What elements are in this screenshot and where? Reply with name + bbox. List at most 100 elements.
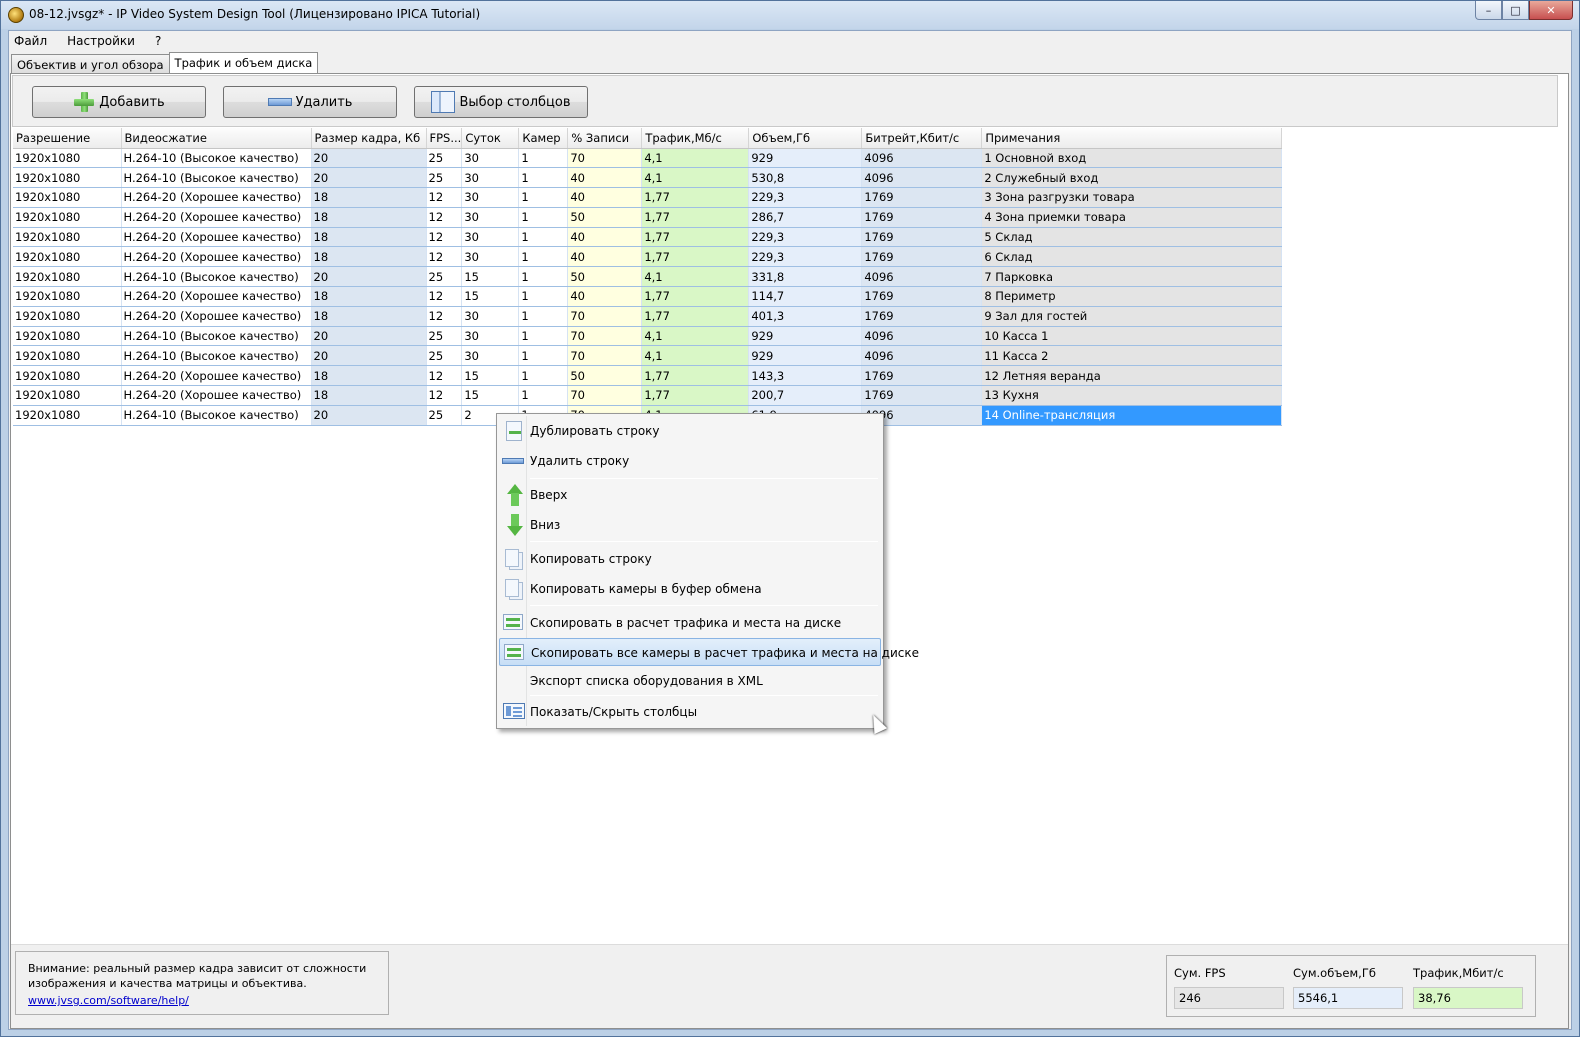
cell-compression[interactable]: H.264-20 (Хорошее качество)	[121, 286, 312, 307]
column-header-record-percent[interactable]: % Записи	[567, 128, 643, 149]
cell-days[interactable]: 30	[461, 207, 520, 228]
cell-traffic[interactable]: 4,1	[641, 266, 750, 288]
cell-traffic[interactable]: 1,77	[641, 286, 750, 307]
cell-days[interactable]: 15	[461, 365, 520, 387]
cell-traffic[interactable]: 1,77	[641, 227, 750, 248]
cell-fps[interactable]: 12	[426, 207, 463, 228]
cell-notes[interactable]: 5 Склад	[981, 227, 1283, 248]
cell-fps[interactable]: 25	[426, 326, 463, 347]
cell-notes[interactable]: 2 Служебный вход	[981, 167, 1283, 189]
table-row[interactable]: 1920x1080 H.264-20 (Хорошее качество) 18 12…	[13, 306, 1283, 327]
cell-resolution[interactable]: 1920x1080	[13, 187, 122, 208]
cell-record-percent[interactable]: 70	[567, 326, 643, 347]
cell-fps[interactable]: 12	[426, 227, 463, 248]
cell-bitrate[interactable]: 1769	[861, 227, 983, 248]
cell-volume[interactable]: 286,7	[748, 207, 863, 228]
cell-cameras[interactable]: 1	[518, 306, 569, 327]
cell-frame-size[interactable]: 20	[311, 345, 427, 367]
cell-compression[interactable]: H.264-10 (Высокое качество)	[121, 326, 312, 347]
cell-days[interactable]: 30	[461, 246, 520, 268]
cell-fps[interactable]: 25	[426, 167, 463, 189]
cell-volume[interactable]: 143,3	[748, 365, 863, 387]
cell-bitrate[interactable]: 4096	[861, 148, 983, 169]
cell-frame-size[interactable]: 18	[311, 385, 427, 406]
cell-record-percent[interactable]: 40	[567, 246, 643, 268]
cell-days[interactable]: 30	[461, 345, 520, 367]
table-row[interactable]: 1920x1080 H.264-20 (Хорошее качество) 18 12…	[13, 385, 1283, 406]
cell-cameras[interactable]: 1	[518, 227, 569, 248]
tab-lens-angle[interactable]: Объектив и угол обзора	[11, 54, 170, 74]
table-row[interactable]: 1920x1080 H.264-20 (Хорошее качество) 18 12…	[13, 365, 1283, 387]
table-row[interactable]: 1920x1080 H.264-20 (Хорошее качество) 18 12…	[13, 227, 1283, 248]
cell-traffic[interactable]: 1,77	[641, 306, 750, 327]
menu-show-hide-columns[interactable]: Показать/Скрыть столбцы	[499, 698, 881, 726]
cell-resolution[interactable]: 1920x1080	[13, 405, 122, 426]
menu-copy-row[interactable]: Копировать строку	[499, 545, 881, 573]
column-header-resolution[interactable]: Разрешение	[13, 128, 122, 149]
cell-days[interactable]: 15	[461, 266, 520, 288]
menu-file[interactable]: Файл	[9, 31, 56, 51]
cell-volume[interactable]: 401,3	[748, 306, 863, 327]
cell-traffic[interactable]: 1,77	[641, 365, 750, 387]
table-row[interactable]: 1920x1080 H.264-10 (Высокое качество) 20 25…	[13, 167, 1283, 189]
cell-bitrate[interactable]: 4096	[861, 266, 983, 288]
delete-button[interactable]: Удалить	[223, 86, 397, 118]
cell-frame-size[interactable]: 20	[311, 326, 427, 347]
cell-cameras[interactable]: 1	[518, 286, 569, 307]
cell-bitrate[interactable]: 1769	[861, 286, 983, 307]
table-row[interactable]: 1920x1080 H.264-10 (Высокое качество) 20 25…	[13, 345, 1283, 367]
cell-fps[interactable]: 25	[426, 345, 463, 367]
cell-compression[interactable]: H.264-20 (Хорошее качество)	[121, 385, 312, 406]
close-button[interactable]: ✕	[1529, 1, 1573, 20]
cell-bitrate[interactable]: 1769	[861, 306, 983, 327]
cell-cameras[interactable]: 1	[518, 326, 569, 347]
cell-resolution[interactable]: 1920x1080	[13, 148, 122, 169]
cell-frame-size[interactable]: 18	[311, 246, 427, 268]
cell-resolution[interactable]: 1920x1080	[13, 167, 122, 189]
column-header-fps[interactable]: FPS...	[426, 128, 463, 149]
cell-notes[interactable]: 3 Зона разгрузки товара	[981, 187, 1283, 208]
cell-resolution[interactable]: 1920x1080	[13, 326, 122, 347]
cell-frame-size[interactable]: 18	[311, 187, 427, 208]
cell-volume[interactable]: 200,7	[748, 385, 863, 406]
tab-traffic-disk[interactable]: Трафик и объем диска	[168, 52, 319, 75]
cell-record-percent[interactable]: 70	[567, 306, 643, 327]
cell-record-percent[interactable]: 70	[567, 385, 643, 406]
cell-notes[interactable]: 6 Склад	[981, 246, 1283, 268]
cell-compression[interactable]: H.264-10 (Высокое качество)	[121, 266, 312, 288]
cell-cameras[interactable]: 1	[518, 148, 569, 169]
cell-traffic[interactable]: 4,1	[641, 167, 750, 189]
cell-fps[interactable]: 25	[426, 266, 463, 288]
cell-cameras[interactable]: 1	[518, 167, 569, 189]
cell-record-percent[interactable]: 50	[567, 266, 643, 288]
cell-frame-size[interactable]: 20	[311, 148, 427, 169]
cell-bitrate[interactable]: 4096	[861, 345, 983, 367]
table-row[interactable]: 1920x1080 H.264-20 (Хорошее качество) 18 12…	[13, 246, 1283, 268]
cell-compression[interactable]: H.264-20 (Хорошее качество)	[121, 227, 312, 248]
cell-volume[interactable]: 929	[748, 326, 863, 347]
menu-export-xml[interactable]: Экспорт списка оборудования в XML	[499, 667, 881, 695]
cell-notes[interactable]: 13 Кухня	[981, 385, 1283, 406]
cell-cameras[interactable]: 1	[518, 246, 569, 268]
column-header-cameras[interactable]: Камер	[518, 128, 569, 149]
table-row[interactable]: 1920x1080 H.264-10 (Высокое качество) 20 25…	[13, 148, 1283, 169]
select-columns-button[interactable]: Выбор столбцов	[414, 86, 588, 118]
cell-cameras[interactable]: 1	[518, 187, 569, 208]
cell-bitrate[interactable]: 1769	[861, 187, 983, 208]
cell-resolution[interactable]: 1920x1080	[13, 385, 122, 406]
cell-resolution[interactable]: 1920x1080	[13, 365, 122, 387]
add-button[interactable]: Добавить	[32, 86, 206, 118]
cell-volume[interactable]: 114,7	[748, 286, 863, 307]
cell-resolution[interactable]: 1920x1080	[13, 266, 122, 288]
maximize-button[interactable]: □	[1502, 1, 1529, 20]
column-header-days[interactable]: Суток	[461, 128, 520, 149]
cell-resolution[interactable]: 1920x1080	[13, 286, 122, 307]
cell-fps[interactable]: 12	[426, 385, 463, 406]
cell-frame-size[interactable]: 20	[311, 405, 427, 426]
cell-compression[interactable]: H.264-10 (Высокое качество)	[121, 345, 312, 367]
cell-days[interactable]: 30	[461, 187, 520, 208]
cell-compression[interactable]: H.264-20 (Хорошее качество)	[121, 187, 312, 208]
cell-traffic[interactable]: 1,77	[641, 385, 750, 406]
menu-settings[interactable]: Настройки	[62, 31, 144, 51]
cell-notes[interactable]: 9 Зал для гостей	[981, 306, 1283, 327]
